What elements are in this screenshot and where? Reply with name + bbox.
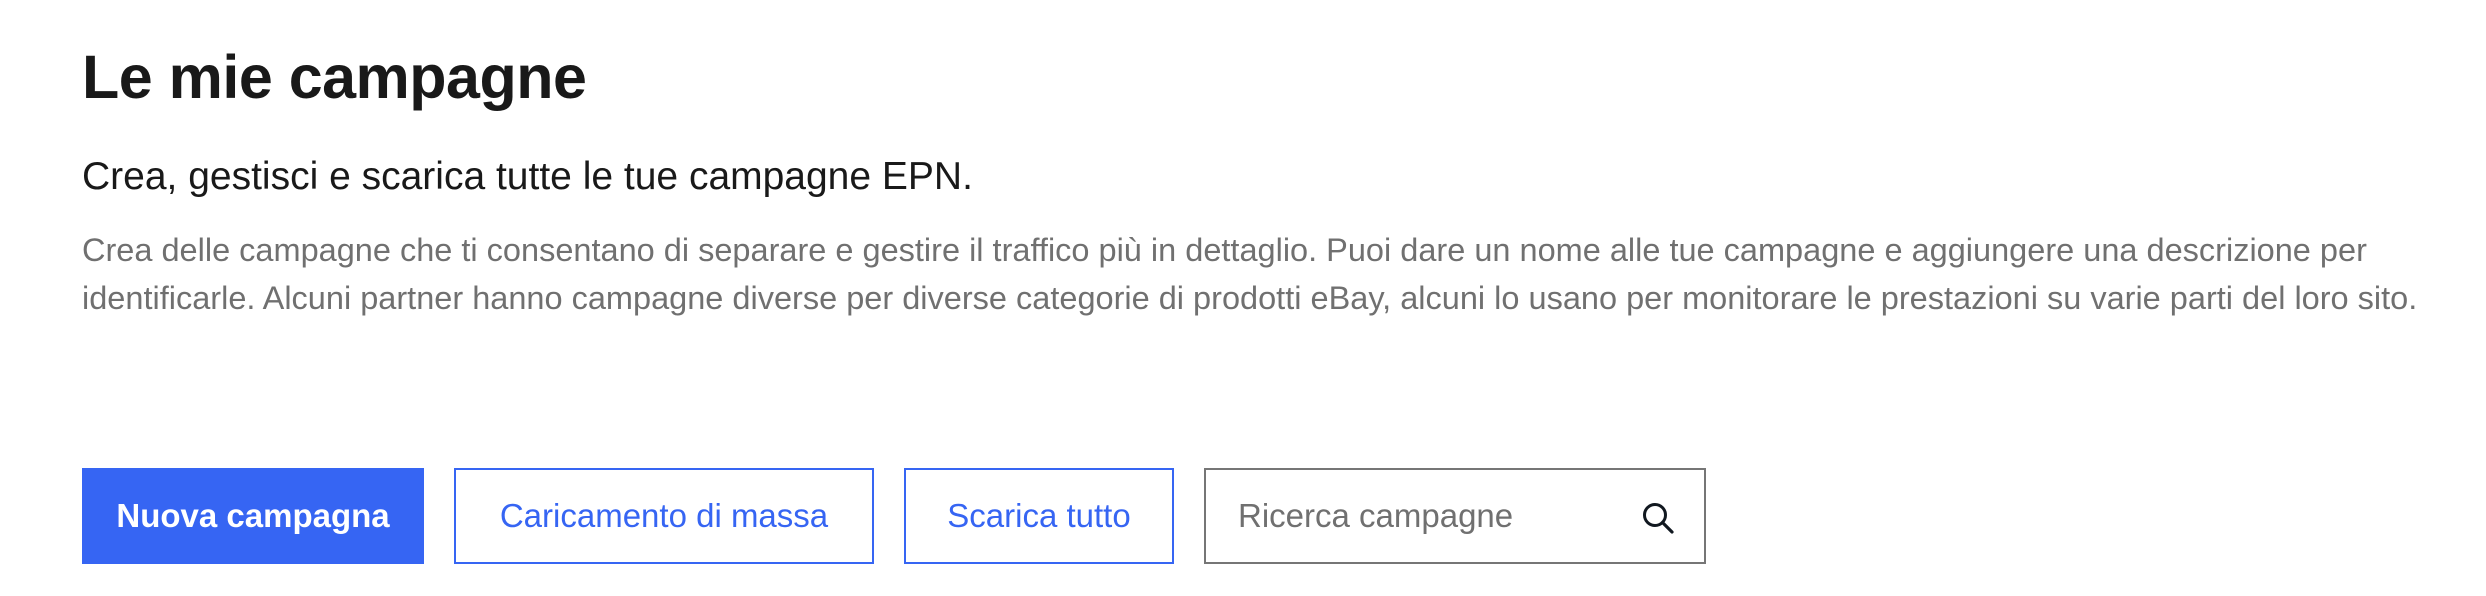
search-icon[interactable] xyxy=(1640,500,1676,536)
page-title: Le mie campagne xyxy=(82,43,587,111)
campaign-search-input[interactable] xyxy=(1206,471,1638,561)
campaign-search-box xyxy=(1204,468,1706,564)
page-header: Le mie campagne Crea, gestisci e scarica… xyxy=(82,36,2462,322)
bulk-upload-button[interactable]: Caricamento di massa xyxy=(454,468,874,564)
page-description: Crea delle campagne che ti consentano di… xyxy=(82,232,2418,316)
download-all-button[interactable]: Scarica tutto xyxy=(904,468,1174,564)
campaign-actions-toolbar: Nuova campagna Caricamento di massa Scar… xyxy=(82,468,1706,564)
page-subtitle: Crea, gestisci e scarica tutte le tue ca… xyxy=(82,155,973,198)
new-campaign-button[interactable]: Nuova campagna xyxy=(82,468,424,564)
